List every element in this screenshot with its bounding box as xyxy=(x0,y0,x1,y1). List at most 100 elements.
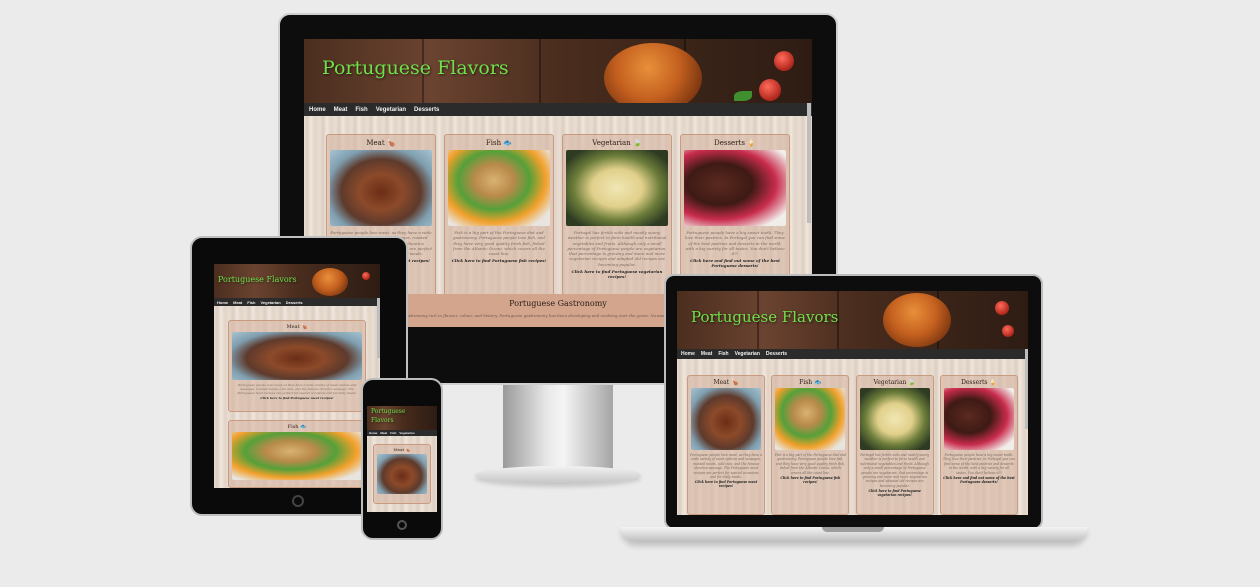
phone-nav-meat[interactable]: Meat xyxy=(380,431,387,435)
laptop-card-fish[interactable]: Fish 🐟 Fish is a big part of the Portugu… xyxy=(771,375,850,515)
card-text-vegetarian: Portugal has fertile soils and mostly su… xyxy=(567,230,667,267)
fish-icon: 🐟 xyxy=(814,379,822,386)
tablet-scrollbar[interactable] xyxy=(377,298,380,358)
fish-icon: 🐟 xyxy=(503,139,513,147)
tablet-hero-banner: Portuguese Flavors xyxy=(214,264,380,298)
card-title-vegetarian: Vegetarian xyxy=(592,139,631,147)
tablet-meat-photo xyxy=(232,332,362,380)
laptop-burger-image xyxy=(883,293,951,347)
laptop-card-cta-desserts[interactable]: Click here and find out some of the best… xyxy=(941,476,1017,484)
card-cta-vegetarian[interactable]: Click here to find Portuguese vegetarian… xyxy=(563,269,671,279)
laptop-card-text-fish: Fish is a big part of the Portuguese die… xyxy=(774,453,846,475)
phone-site: Portuguese Flavors Home Meat Fish Vegeta… xyxy=(367,406,437,512)
drumstick-icon: 🍗 xyxy=(386,139,396,147)
phone-card-meat[interactable]: Meat 🍗 xyxy=(373,444,431,504)
laptop-card-desserts[interactable]: Desserts 🍦 Portuguese people have a big … xyxy=(939,375,1018,515)
phone-device: Portuguese Flavors Home Meat Fish Vegeta… xyxy=(361,378,443,540)
tablet-nav: Home Meat Fish Vegetarian Desserts xyxy=(214,298,380,306)
laptop-nav: Home Meat Fish Vegetarian Desserts xyxy=(677,349,1028,359)
ice-cream-icon: 🍦 xyxy=(989,379,997,386)
nav-meat[interactable]: Meat xyxy=(334,107,348,113)
laptop-category-cards: Meat 🍗 Portuguese people love meat, as t… xyxy=(677,359,1028,515)
phone-card-title-meat: Meat xyxy=(393,447,405,452)
laptop-card-cta-fish[interactable]: Click here to find Portuguese fish recip… xyxy=(772,476,848,484)
hero-banner: Portuguese Flavors xyxy=(304,39,812,103)
tablet-nav-vegetarian[interactable]: Vegetarian xyxy=(260,300,280,305)
card-text-fish: Fish is a big part of the Portuguese die… xyxy=(453,230,545,257)
laptop-device: Portuguese Flavors Home Meat Fish Vegeta… xyxy=(664,274,1043,530)
laptop-nav-vegetarian[interactable]: Vegetarian xyxy=(735,351,760,357)
drumstick-icon: 🍗 xyxy=(301,324,308,330)
tablet-card-meat[interactable]: Meat 🍗 Portuguese people love meat, as t… xyxy=(228,320,366,412)
meat-photo xyxy=(330,150,432,226)
phone-nav-home[interactable]: Home xyxy=(369,431,377,435)
ice-cream-icon: 🍦 xyxy=(747,139,756,147)
laptop-nav-home[interactable]: Home xyxy=(681,351,695,357)
laptop-desserts-photo xyxy=(943,388,1014,450)
tablet-home-button[interactable] xyxy=(292,495,304,507)
scrollbar[interactable] xyxy=(807,103,811,223)
tablet-site: Portuguese Flavors Home Meat Fish Vegeta… xyxy=(214,264,380,488)
laptop-card-meat[interactable]: Meat 🍗 Portuguese people love meat, as t… xyxy=(687,375,765,515)
card-title-desserts: Desserts xyxy=(714,139,745,147)
laptop-card-vegetarian[interactable]: Vegetarian 🍃 Portugal has fertile soils … xyxy=(855,375,934,515)
laptop-scrollbar[interactable] xyxy=(1025,349,1028,429)
card-vegetarian[interactable]: Vegetarian 🍃 Portugal has fertile soils … xyxy=(562,134,672,300)
fish-icon: 🐟 xyxy=(300,424,307,430)
nav-desserts[interactable]: Desserts xyxy=(414,107,439,113)
laptop-fish-photo xyxy=(775,388,846,450)
leaf-icon: 🍃 xyxy=(908,379,916,386)
nav-vegetarian[interactable]: Vegetarian xyxy=(376,107,406,113)
tablet-card-cta-meat[interactable]: Click here to find Portuguese meat recip… xyxy=(229,396,365,400)
laptop-card-cta-meat[interactable]: Click here to find Portuguese meat recip… xyxy=(688,480,764,488)
phone-home-button[interactable] xyxy=(397,520,407,530)
laptop-card-text-meat: Portuguese people love meat, as they hav… xyxy=(690,453,763,480)
laptop-hero-banner: Portuguese Flavors xyxy=(677,291,1028,349)
card-title-fish: Fish xyxy=(485,139,502,147)
tablet-fish-photo xyxy=(232,432,362,480)
phone-brand-line-2[interactable]: Flavors xyxy=(371,417,394,424)
nav-fish[interactable]: Fish xyxy=(355,107,367,113)
laptop-nav-fish[interactable]: Fish xyxy=(718,351,728,357)
monitor-stand-base xyxy=(475,466,641,484)
tablet-card-title-meat: Meat xyxy=(286,324,300,330)
laptop-card-cta-vegetarian[interactable]: Click here to find Portuguese vegetarian… xyxy=(857,489,933,497)
tablet-site-brand[interactable]: Portuguese Flavors xyxy=(218,275,297,284)
card-fish[interactable]: Fish 🐟 Fish is a big part of the Portugu… xyxy=(444,134,554,300)
tablet-card-text-meat: Portuguese people love meat, as they hav… xyxy=(237,383,357,395)
phone-hero-banner: Portuguese Flavors xyxy=(367,406,437,430)
vegetarian-photo xyxy=(566,150,668,226)
tablet-nav-desserts[interactable]: Desserts xyxy=(286,300,303,305)
tablet-card-fish[interactable]: Fish 🐟 xyxy=(228,420,366,488)
nav-home[interactable]: Home xyxy=(309,107,326,113)
phone-brand-line-1[interactable]: Portuguese xyxy=(371,408,405,415)
tablet-burger-image xyxy=(312,268,348,296)
phone-meat-photo xyxy=(377,454,427,494)
monitor-stand-neck xyxy=(503,385,613,469)
card-cta-fish[interactable]: Click here to find Portuguese fish recip… xyxy=(445,258,553,263)
phone-nav-vegetarian[interactable]: Vegetarian xyxy=(399,431,414,435)
laptop-card-title-vegetarian: Vegetarian xyxy=(873,379,907,386)
laptop-card-title-desserts: Desserts xyxy=(961,379,988,386)
desserts-photo xyxy=(684,150,786,226)
main-nav: Home Meat Fish Vegetarian Desserts xyxy=(304,103,812,116)
phone-nav-fish[interactable]: Fish xyxy=(390,431,396,435)
laptop-nav-desserts[interactable]: Desserts xyxy=(766,351,787,357)
laptop-meat-photo xyxy=(691,388,761,450)
tablet-nav-meat[interactable]: Meat xyxy=(233,300,242,305)
tablet-nav-fish[interactable]: Fish xyxy=(247,300,255,305)
laptop-nav-meat[interactable]: Meat xyxy=(701,351,712,357)
tablet-nav-home[interactable]: Home xyxy=(217,300,228,305)
tablet-card-title-fish: Fish xyxy=(287,424,299,430)
laptop-site: Portuguese Flavors Home Meat Fish Vegeta… xyxy=(677,291,1028,515)
leaf-icon: 🍃 xyxy=(632,139,642,147)
card-cta-desserts[interactable]: Click here and find out some of the best… xyxy=(681,258,789,268)
site-brand[interactable]: Portuguese Flavors xyxy=(322,57,509,79)
card-text-desserts: Portuguese people have a big sweet tooth… xyxy=(684,230,785,257)
drumstick-icon: 🍗 xyxy=(405,447,411,452)
laptop-vegetarian-photo xyxy=(859,388,930,450)
laptop-site-brand[interactable]: Portuguese Flavors xyxy=(691,308,838,326)
laptop-card-text-desserts: Portuguese people have a big sweet tooth… xyxy=(943,453,1015,475)
burger-image xyxy=(604,43,702,103)
card-title-meat: Meat xyxy=(366,139,385,147)
